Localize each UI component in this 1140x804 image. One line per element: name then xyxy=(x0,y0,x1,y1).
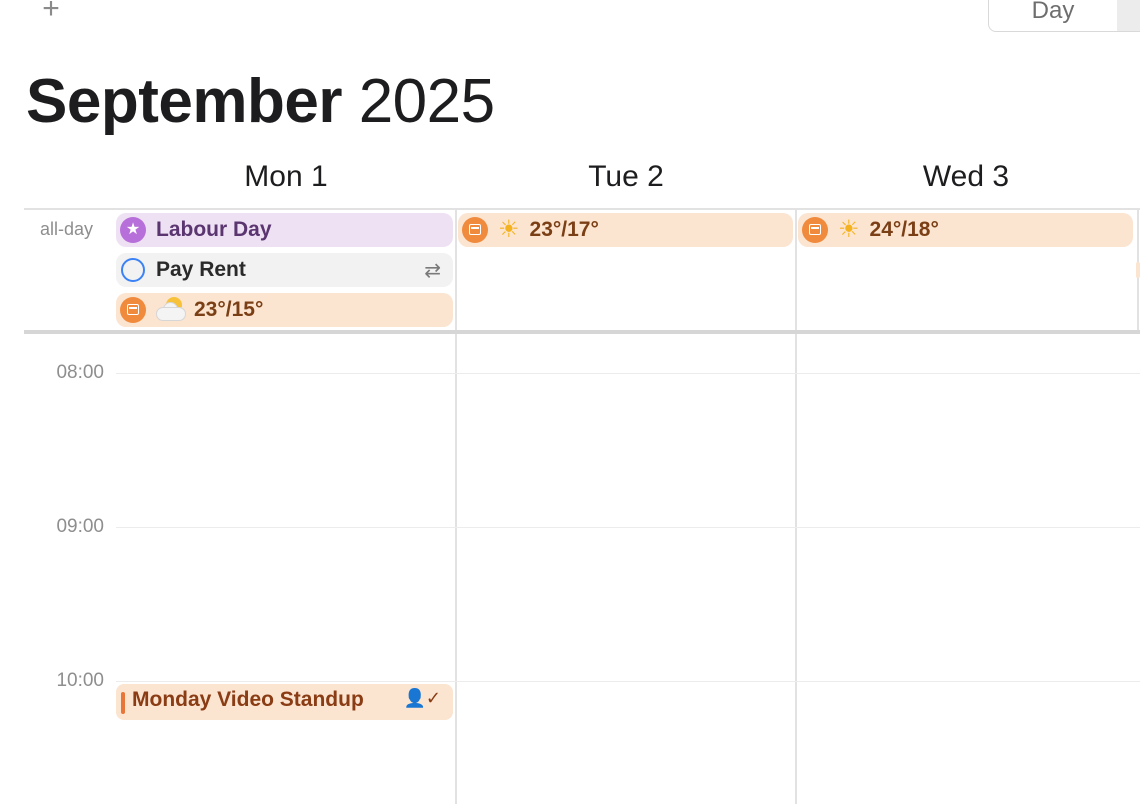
header-divider xyxy=(24,208,1140,210)
sun-icon: ☀ xyxy=(498,216,520,243)
holiday-event[interactable]: ★ Labour Day xyxy=(116,213,453,247)
reminder-title: Pay Rent xyxy=(156,258,246,281)
weather-text: 23°/17° xyxy=(529,218,599,241)
time-label: 09:00 xyxy=(56,516,104,537)
event-color-bar xyxy=(121,692,125,714)
next-day-event-edge[interactable] xyxy=(1136,262,1140,278)
calendar-icon xyxy=(462,217,488,243)
add-event-button[interactable]: + xyxy=(36,0,66,24)
weather-event-tue[interactable]: ☀ 23°/17° xyxy=(458,213,793,247)
view-week-button[interactable] xyxy=(1117,0,1140,31)
calendar-icon xyxy=(802,217,828,243)
star-icon: ★ xyxy=(120,217,146,243)
title-year: 2025 xyxy=(358,67,495,136)
calendar-icon xyxy=(120,297,146,323)
attendee-icon: 👤✓ xyxy=(403,688,442,708)
hour-line xyxy=(116,373,1140,374)
title-month: September xyxy=(26,67,342,136)
hour-line xyxy=(116,681,1140,682)
repeat-icon: ⇄ xyxy=(424,260,441,282)
weather-text: 23°/15° xyxy=(194,298,264,321)
hour-line xyxy=(116,527,1140,528)
allday-label: all-day xyxy=(40,219,94,239)
event-title: Labour Day xyxy=(156,218,272,241)
partly-cloudy-icon xyxy=(156,297,186,323)
day-header-wed[interactable]: Wed 3 xyxy=(796,158,1136,196)
time-label: 10:00 xyxy=(56,670,104,691)
page-title: September 2025 xyxy=(26,66,495,137)
sun-icon: ☀ xyxy=(838,216,860,243)
event-monday-video-standup[interactable]: Monday Video Standup 👤✓ xyxy=(116,684,453,720)
allday-separator xyxy=(24,330,1140,334)
day-header-mon[interactable]: Mon 1 xyxy=(116,158,456,196)
circle-icon[interactable] xyxy=(121,258,145,282)
view-switcher: Day xyxy=(988,0,1140,32)
weather-event-mon[interactable]: 23°/15° xyxy=(116,293,453,327)
view-day-button[interactable]: Day xyxy=(989,0,1117,31)
time-label: 08:00 xyxy=(56,362,104,383)
weather-event-wed[interactable]: ☀ 24°/18° xyxy=(798,213,1133,247)
weather-text: 24°/18° xyxy=(869,218,939,241)
event-title: Monday Video Standup xyxy=(132,688,364,711)
day-header-tue[interactable]: Tue 2 xyxy=(456,158,796,196)
reminder-item[interactable]: Pay Rent ⇄ xyxy=(116,253,453,287)
column-divider xyxy=(455,210,457,804)
column-divider xyxy=(795,210,797,804)
